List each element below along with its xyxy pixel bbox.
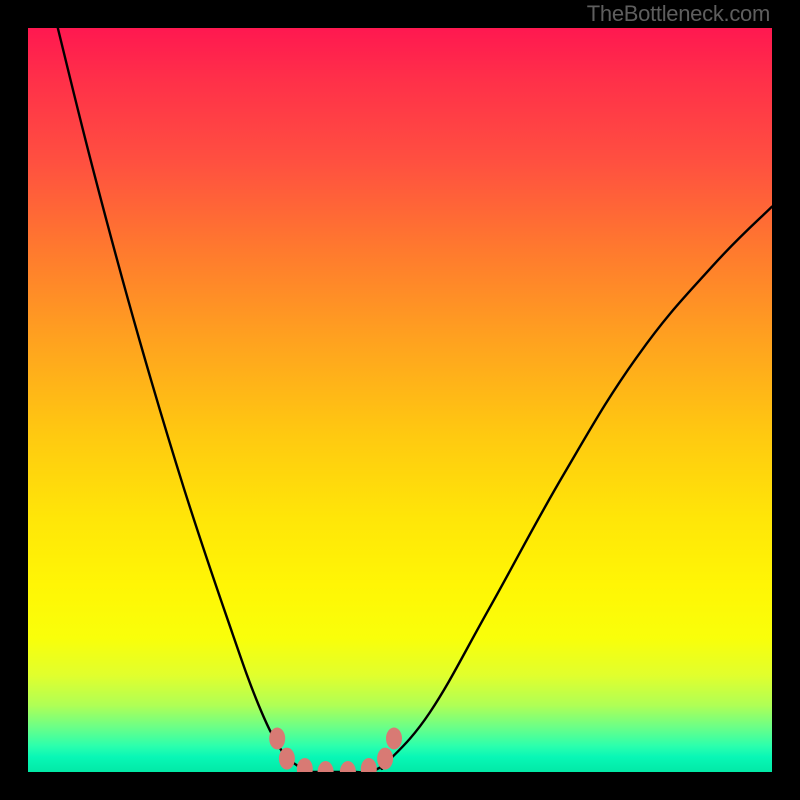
valley-marker <box>269 728 285 750</box>
valley-marker <box>279 748 295 770</box>
chart-frame <box>28 28 772 772</box>
valley-marker <box>361 758 377 772</box>
valley-marker <box>318 761 334 772</box>
valley-marker <box>386 728 402 750</box>
valley-marker <box>340 761 356 772</box>
watermark: TheBottleneck.com <box>587 1 770 27</box>
valley-marker <box>297 758 313 772</box>
valley-marker <box>377 748 393 770</box>
bottleneck-curve <box>28 28 772 772</box>
